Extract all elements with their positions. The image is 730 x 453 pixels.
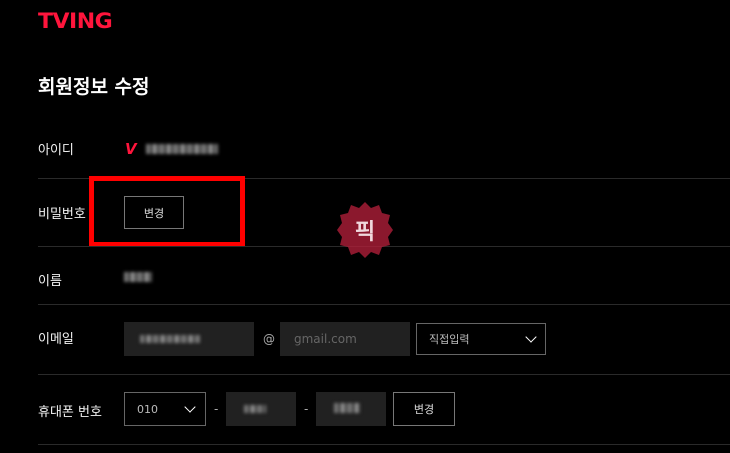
phone-prefix-value: 010 xyxy=(137,402,158,416)
page-title: 회원정보 수정 xyxy=(38,76,150,98)
phone-change-button[interactable]: 변경 xyxy=(393,392,455,426)
name-label: 이름 xyxy=(38,274,62,289)
email-domain-value: gmail.com xyxy=(294,332,357,346)
highlight-box xyxy=(89,176,245,247)
dash-separator: - xyxy=(214,402,219,416)
email-local-blurred xyxy=(140,335,200,343)
divider xyxy=(38,374,730,375)
phone-middle-blurred xyxy=(244,405,266,413)
phone-label: 휴대폰 번호 xyxy=(38,405,102,420)
at-sign: @ xyxy=(263,332,275,346)
tving-logo-icon: V xyxy=(125,140,137,158)
email-local-input[interactable] xyxy=(124,322,254,356)
watermark-badge: 픽 xyxy=(336,201,394,259)
email-label: 이메일 xyxy=(38,332,74,347)
phone-prefix-select[interactable]: 010 xyxy=(124,392,206,426)
id-value-blurred xyxy=(146,144,218,154)
watermark-text: 픽 xyxy=(354,220,376,245)
phone-last-input[interactable] xyxy=(316,392,386,426)
name-value-blurred xyxy=(124,272,152,282)
divider xyxy=(38,304,730,305)
divider xyxy=(38,444,730,445)
chevron-down-icon xyxy=(525,331,537,343)
email-domain-input[interactable]: gmail.com xyxy=(280,322,410,356)
email-domain-select-value: 직접입력 xyxy=(429,333,470,346)
chevron-down-icon xyxy=(184,401,196,413)
email-domain-select[interactable]: 직접입력 xyxy=(416,323,546,355)
id-label: 아이디 xyxy=(38,143,74,158)
tving-logo[interactable]: TVING xyxy=(38,9,113,33)
phone-middle-input[interactable] xyxy=(226,392,296,426)
phone-last-blurred xyxy=(334,403,360,413)
password-label: 비밀번호 xyxy=(38,207,86,222)
dash-separator: - xyxy=(304,402,309,416)
